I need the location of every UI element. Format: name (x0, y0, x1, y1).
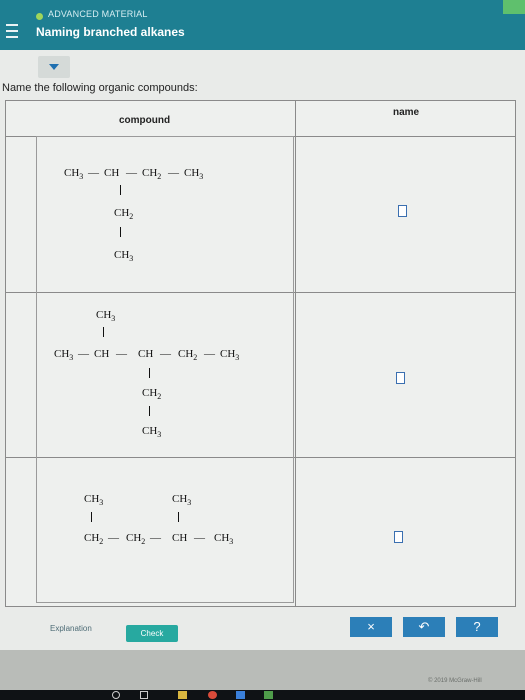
compounds-table: compound name CH3 — CH — CH2 — CH3 CH2 C… (5, 100, 516, 607)
name-answer-input[interactable] (396, 372, 405, 384)
search-icon[interactable] (112, 691, 120, 699)
column-header-name: name (393, 107, 420, 118)
vertical-bond (149, 368, 150, 378)
bond-label: — (116, 348, 127, 360)
structure-group: CH3 (172, 493, 192, 508)
structure-group: CH2 (126, 532, 146, 547)
bond-label: — (150, 532, 161, 544)
bond-label: — (204, 348, 215, 360)
check-button[interactable]: Check (126, 625, 178, 642)
question-panel: Name the following organic compounds: co… (0, 50, 525, 650)
copyright-text: © 2019 McGraw-Hill (428, 678, 482, 684)
vertical-bond (149, 406, 150, 416)
app-icon[interactable] (264, 691, 273, 699)
structure-group: CH3 (114, 249, 134, 264)
vertical-bond (120, 185, 121, 195)
help-button[interactable]: ? (456, 617, 498, 637)
structure-group: CH3 (84, 493, 104, 508)
task-view-icon[interactable] (140, 691, 148, 699)
structure-group: CH2 (84, 532, 104, 547)
name-answer-input[interactable] (398, 205, 407, 217)
bond-label: — (168, 167, 179, 179)
undo-button[interactable]: ↶ (403, 617, 445, 637)
structure-group: CH3 (142, 425, 162, 440)
structure-group: CH3 (184, 167, 204, 182)
structure-group: CH3 (96, 309, 116, 324)
column-header-compound: compound (119, 115, 171, 126)
chrome-icon[interactable] (208, 691, 217, 699)
question-prompt: Name the following organic compounds: (2, 82, 198, 94)
topic-label: ADVANCED MATERIAL (48, 9, 148, 19)
vertical-bond (91, 512, 92, 522)
bond-label: — (160, 348, 171, 360)
collapse-toggle-button[interactable] (38, 56, 70, 78)
file-explorer-icon[interactable] (178, 691, 187, 699)
bond-label: — (78, 348, 89, 360)
vertical-bond (120, 227, 121, 237)
structure-group: CH3 (220, 348, 240, 363)
structure-group: CH2 (142, 167, 162, 182)
structure-group: CH3 (54, 348, 74, 363)
bond-label: — (194, 532, 205, 544)
vertical-bond (178, 512, 179, 522)
table-body-frame (36, 136, 294, 603)
name-answer-input[interactable] (394, 531, 403, 543)
app-icon[interactable] (236, 691, 245, 699)
structure-group: CH (104, 167, 120, 179)
os-taskbar (0, 690, 525, 700)
explanation-button[interactable]: Explanation (50, 624, 92, 633)
structure-group: CH3 (64, 167, 84, 182)
structure-group: CH (94, 348, 110, 360)
bond-label: — (126, 167, 137, 179)
progress-indicator (503, 0, 525, 14)
bond-label: — (88, 167, 99, 179)
structure-group: CH (138, 348, 154, 360)
vertical-bond (103, 327, 104, 337)
structure-group: CH2 (142, 387, 162, 402)
structure-group: CH (172, 532, 188, 544)
structure-group: CH2 (178, 348, 198, 363)
clear-button[interactable]: × (350, 617, 392, 637)
column-divider (295, 101, 296, 606)
bottom-bar (0, 650, 525, 690)
bond-label: — (108, 532, 119, 544)
topic-status-dot (36, 13, 43, 20)
structure-group: CH3 (214, 532, 234, 547)
structure-group: CH2 (114, 207, 134, 222)
app-header: ADVANCED MATERIAL Naming branched alkane… (0, 0, 525, 50)
page-title: Naming branched alkanes (36, 25, 185, 39)
menu-icon[interactable] (6, 24, 18, 42)
